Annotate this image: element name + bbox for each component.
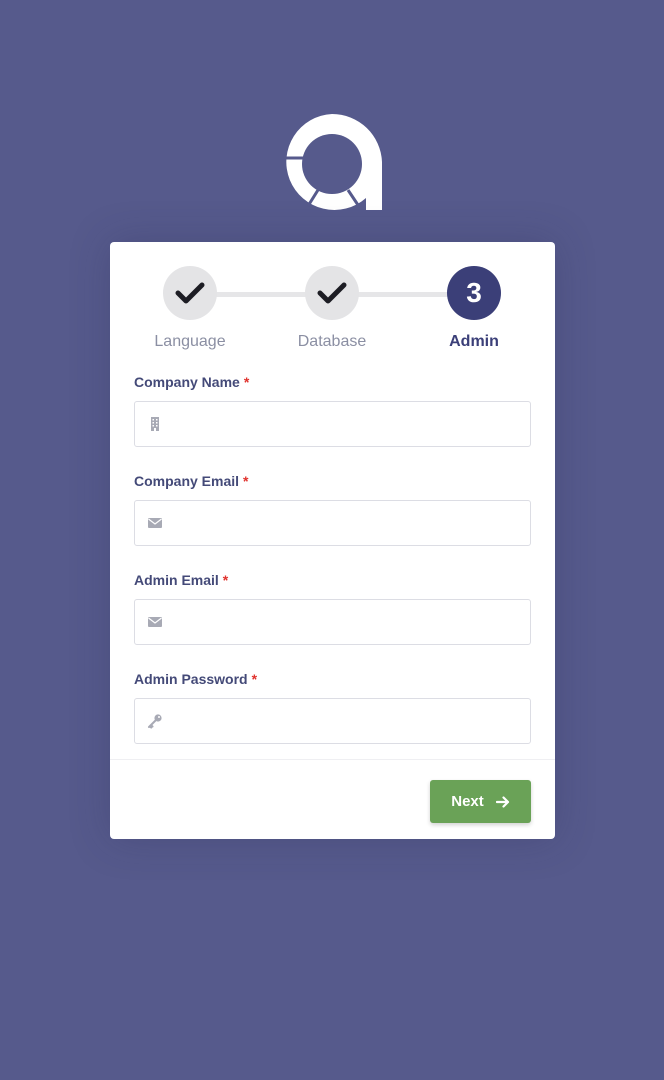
required-marker: * — [243, 374, 250, 390]
admin-email-input-wrap — [134, 599, 531, 645]
field-label: Admin Email * — [134, 571, 531, 589]
brand-logo-icon — [284, 113, 382, 210]
step-number: 3 — [447, 266, 501, 320]
step-label: Database — [297, 333, 367, 350]
step-circle — [163, 266, 217, 320]
check-icon — [175, 282, 205, 304]
company-name-input-wrap — [134, 401, 531, 447]
admin-password-field: Admin Password * — [134, 670, 531, 744]
key-icon — [148, 714, 162, 729]
step-language: Language — [130, 266, 250, 351]
admin-email-field: Admin Email * — [134, 571, 531, 645]
install-card: Language Database 3 Admin Company Name* — [110, 242, 555, 839]
envelope-icon — [148, 617, 162, 627]
admin-email-label: Admin Email — [134, 572, 219, 588]
step-database: Database — [272, 266, 392, 351]
field-label: Company Email * — [134, 472, 531, 490]
next-button-label: Next — [451, 793, 484, 810]
next-button[interactable]: Next — [430, 780, 531, 823]
step-circle — [305, 266, 359, 320]
company-email-input-wrap — [134, 500, 531, 546]
required-marker: * — [243, 473, 249, 489]
admin-password-input-wrap — [134, 698, 531, 744]
company-name-label: Company Name — [134, 374, 240, 390]
required-marker: * — [251, 671, 258, 687]
company-email-input[interactable] — [171, 501, 521, 545]
required-marker: * — [222, 572, 229, 588]
field-label: Admin Password * — [134, 670, 531, 688]
company-email-label: Company Email — [134, 473, 240, 489]
admin-password-label: Admin Password — [134, 671, 248, 687]
install-page: Language Database 3 Admin Company Name* — [0, 0, 664, 1080]
check-icon — [317, 282, 347, 304]
building-icon — [151, 417, 159, 431]
admin-password-input[interactable] — [171, 699, 521, 743]
company-name-input[interactable] — [171, 402, 521, 446]
arrow-right-icon — [495, 795, 509, 808]
company-name-field: Company Name * — [134, 373, 531, 447]
stepper: Language Database 3 Admin — [110, 266, 555, 356]
company-email-field: Company Email * — [134, 472, 531, 546]
step-label: Language — [154, 333, 226, 350]
footer-divider — [110, 759, 555, 760]
admin-email-input[interactable] — [171, 600, 521, 644]
envelope-icon — [148, 518, 162, 528]
step-label: Admin — [449, 333, 499, 350]
step-admin: 3 Admin — [414, 266, 534, 351]
field-label: Company Name * — [134, 373, 531, 391]
